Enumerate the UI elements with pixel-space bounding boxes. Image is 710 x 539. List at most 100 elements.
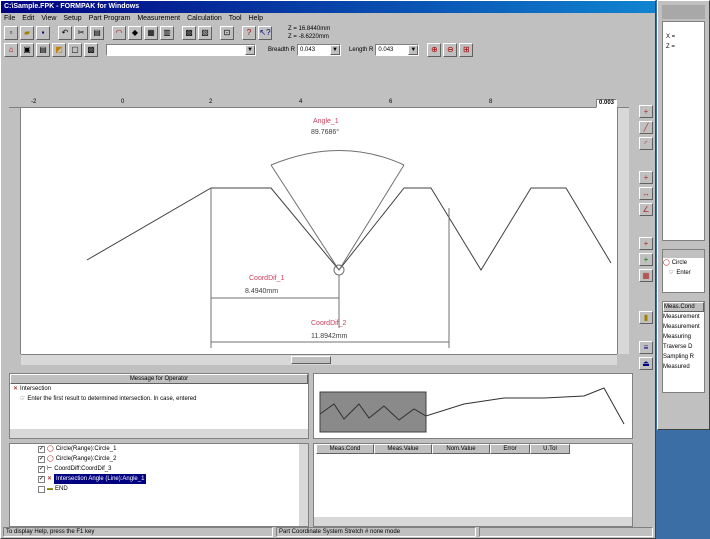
secondary-list-item[interactable]: Measurement — [663, 322, 704, 332]
col-nom-value[interactable]: Nom.Value — [432, 444, 490, 454]
crosshair-tool-icon[interactable]: + — [639, 105, 653, 118]
tree-vscrollbar[interactable] — [299, 444, 308, 526]
menu-setup[interactable]: Setup — [63, 13, 81, 24]
undo-icon[interactable]: ↶ — [58, 25, 72, 40]
chevron-down-icon[interactable]: ▼ — [330, 44, 341, 55]
chevron-down-icon[interactable]: ▼ — [408, 44, 419, 55]
menu-calculation[interactable]: Calculation — [187, 13, 222, 24]
checkbox[interactable] — [38, 485, 45, 493]
tool-d-icon[interactable]: ▢ — [68, 42, 82, 57]
menu-view[interactable]: View — [41, 13, 56, 24]
dimension-tool-icon[interactable]: ↔ — [639, 187, 653, 200]
checkbox[interactable]: ✓ — [38, 465, 45, 473]
menu-edit[interactable]: Edit — [22, 13, 34, 24]
checkbox[interactable]: ✓ — [38, 445, 45, 453]
grid2-icon[interactable]: ▧ — [198, 25, 212, 40]
menu-part-program[interactable]: Part Program — [89, 13, 131, 24]
length-input[interactable]: 0.043 ▼ — [375, 43, 420, 56]
main-toolbar: ▫ ▰ ▪ ↶ ✂ ▤ ◠ ◆ ▦ ▥ ▩ ▧ ⊡ ? ↖? Z = 16.84… — [1, 24, 655, 41]
angle-tool-icon[interactable]: ∠ — [639, 203, 653, 216]
context-help-icon[interactable]: ↖? — [258, 25, 272, 40]
menu-measurement[interactable]: Measurement — [137, 13, 180, 24]
tool-c-icon[interactable]: ◩ — [52, 42, 66, 57]
zoom-in-icon[interactable]: ⊕ — [427, 42, 442, 57]
message-item: ✕ Intersection — [10, 384, 308, 394]
tool-b-icon[interactable]: ▤ — [36, 42, 50, 57]
tool-e-icon[interactable]: ▩ — [84, 42, 98, 57]
circle-tool-icon[interactable]: ◜ — [639, 137, 653, 150]
house-icon[interactable]: ⌂ — [4, 42, 18, 57]
cut-icon[interactable]: ✂ — [74, 25, 88, 40]
line-tool-icon[interactable]: ╱ — [639, 121, 653, 134]
results-header: Meas.Cond Meas.Value Nom.Value Error U.T… — [314, 444, 632, 454]
probe-icon[interactable]: ◆ — [128, 25, 142, 40]
status-cell — [479, 527, 653, 537]
stat-tool-icon[interactable]: ≡ — [639, 341, 653, 354]
grid-icon[interactable]: ▩ — [182, 25, 196, 40]
zoom-fit-icon[interactable]: ⊞ — [459, 42, 474, 57]
status-bar: To display Help, press the F1 key Part C… — [1, 526, 655, 538]
angle-name: Angle_1 — [313, 118, 339, 125]
program-select[interactable]: ▼ — [106, 43, 256, 56]
tree-item[interactable]: ✓ ⊢ CoordDiff:CoordDif_3 — [10, 464, 308, 474]
col-u-tol[interactable]: U.Tol — [530, 444, 570, 454]
menu-help[interactable]: Help — [249, 13, 263, 24]
profile-canvas[interactable]: Angle_1 89.7686° CoordDif_1 8.4940mm Coo… — [21, 108, 617, 354]
zoom-out-icon[interactable]: ⊖ — [443, 42, 458, 57]
secondary-list-header[interactable]: Meas.Cond — [663, 302, 704, 312]
secondary-tree-item-label: Circle — [671, 260, 688, 266]
coord2-value: 11.8942mm — [311, 333, 348, 340]
message-text-row: ☞ Enter the first result to determined i… — [10, 394, 308, 404]
angle-icon: ✕ — [47, 476, 53, 482]
secondary-list-item[interactable]: Sampling R — [663, 352, 704, 362]
menu-file[interactable]: File — [4, 13, 15, 24]
results-hscrollbar[interactable] — [314, 517, 632, 526]
fit-tool-icon[interactable]: + — [639, 253, 653, 266]
measure-icon[interactable]: ◠ — [112, 25, 126, 40]
tree-item-selected[interactable]: ✓ ✕ Intersection Angle (Line):Angle_1 — [10, 474, 308, 484]
intersect-tool-icon[interactable]: + — [639, 237, 653, 250]
secondary-list-item[interactable]: Measuring — [663, 332, 704, 342]
tree-item[interactable]: ✓ ◯ Circle(Range):Circle_1 — [10, 444, 308, 454]
canvas-vscrollbar[interactable] — [617, 108, 629, 354]
secondary-list-item[interactable]: Traverse D — [663, 342, 704, 352]
table-icon[interactable]: ▥ — [160, 25, 174, 40]
secondary-z-label: Z = — [666, 44, 675, 50]
calc-tool-icon[interactable]: ▦ — [639, 269, 653, 282]
tree-item[interactable]: ✓ ◯ Circle(Range):Circle_2 — [10, 454, 308, 464]
tool-a-icon[interactable]: ▣ — [20, 42, 34, 57]
scroll-thumb[interactable] — [291, 356, 331, 364]
new-file-icon[interactable]: ▫ — [4, 25, 18, 40]
col-meas-value[interactable]: Meas.Value — [374, 444, 432, 454]
menu-tool[interactable]: Tool — [229, 13, 242, 24]
coord2-name: CoordDif_2 — [311, 320, 347, 327]
col-meas-cond[interactable]: Meas.Cond — [316, 444, 374, 454]
secondary-list-item[interactable]: Measured — [663, 362, 704, 372]
zoom-icon[interactable]: ⊡ — [220, 25, 234, 40]
tree-item[interactable]: ▬ END — [10, 484, 308, 494]
pointer-icon: ☞ — [669, 270, 675, 276]
window-title: C:\Sample.FPK - FORMPAK for Windows — [1, 1, 655, 13]
open-file-icon[interactable]: ▰ — [20, 25, 34, 40]
col-error[interactable]: Error — [490, 444, 530, 454]
message-text: Enter the first result to determined int… — [27, 396, 197, 402]
point-tool-icon[interactable]: + — [639, 171, 653, 184]
canvas-hscrollbar[interactable] — [21, 354, 617, 365]
chevron-down-icon[interactable]: ▼ — [245, 44, 255, 55]
help-icon[interactable]: ? — [242, 25, 256, 40]
marker-tool-icon[interactable]: ▮ — [639, 311, 653, 324]
coord-z2: Z = -8.6220mm — [288, 33, 329, 40]
breadth-input[interactable]: 0.043 ▼ — [297, 43, 342, 56]
message-hscrollbar[interactable] — [10, 429, 308, 438]
coord1-name: CoordDif_1 — [249, 275, 285, 282]
paste-icon[interactable]: ▤ — [90, 25, 104, 40]
ruler-tick: 4 — [299, 99, 303, 105]
status-mode: Part Coordinate System Stretch # none mo… — [276, 527, 476, 537]
exit-tool-icon[interactable]: ⏏ — [639, 357, 653, 370]
save-icon[interactable]: ▪ — [36, 25, 50, 40]
checkbox[interactable]: ✓ — [38, 475, 45, 483]
checkbox[interactable]: ✓ — [38, 455, 45, 463]
chart-icon[interactable]: ▦ — [144, 25, 158, 40]
secondary-list-item[interactable]: Measurement — [663, 312, 704, 322]
secondary-tree-item[interactable]: ◯ Circle — [663, 258, 704, 268]
